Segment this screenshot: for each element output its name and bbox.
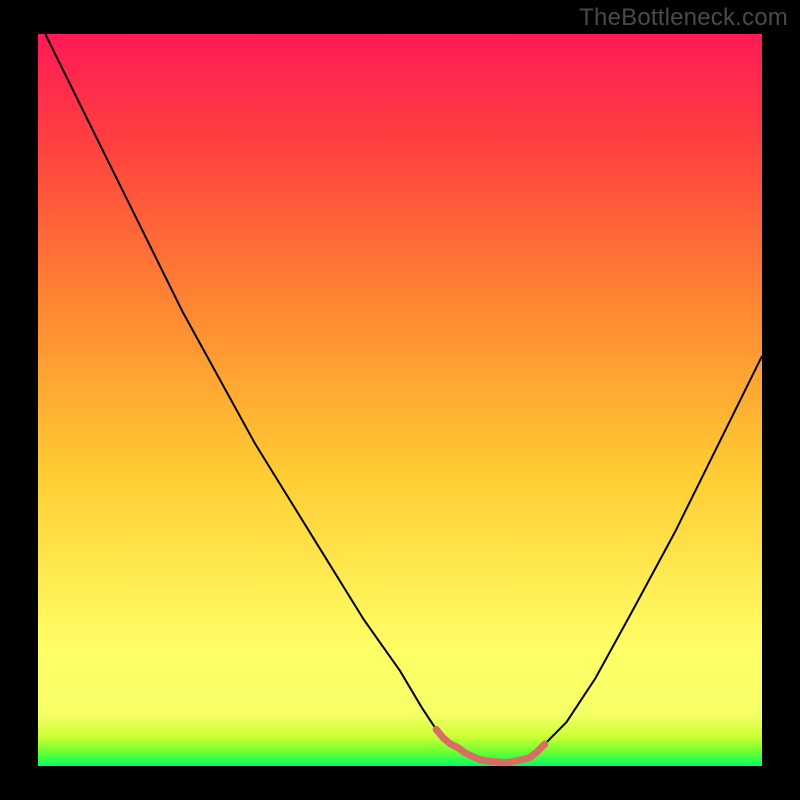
watermark-text: TheBottleneck.com (579, 4, 788, 32)
bottleneck-chart (0, 0, 800, 800)
chart-frame: TheBottleneck.com (0, 0, 800, 800)
plot-background (38, 34, 762, 766)
